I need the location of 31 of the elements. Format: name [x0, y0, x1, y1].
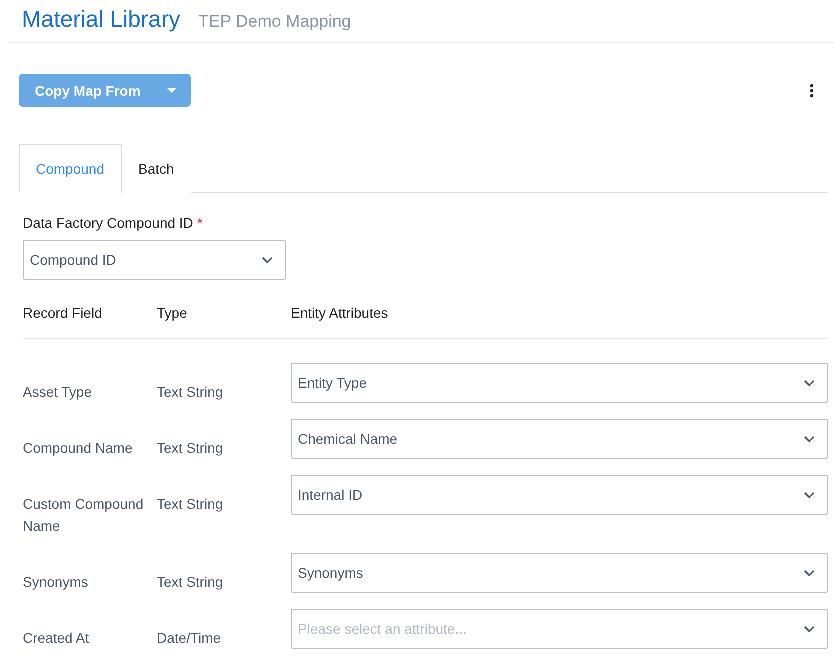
- chevron-down-icon: [804, 436, 815, 442]
- more-options-icon[interactable]: [810, 84, 814, 98]
- type-cell-text: Text String: [157, 383, 224, 402]
- type-cell-text: Text String: [157, 573, 224, 592]
- chevron-down-icon: [262, 256, 273, 264]
- column-header: Type: [157, 305, 188, 321]
- tab[interactable]: Compound: [19, 144, 122, 193]
- record-field-cell-text: Synonyms: [23, 573, 90, 592]
- caret-icon: [166, 88, 177, 93]
- record-field-cell-text: Created At: [23, 629, 90, 648]
- record-field-cell-text: Compound Name: [23, 439, 134, 458]
- chevron-down-icon: [804, 626, 815, 632]
- field-label: Data Factory Compound ID: [23, 215, 194, 231]
- record-field-cell-text: Asset Type: [23, 383, 94, 402]
- type-cell-text: Text String: [157, 495, 224, 514]
- column-header: Record Field: [23, 305, 104, 321]
- compound-id-select[interactable]: Compound ID: [23, 240, 286, 280]
- chevron-down-icon: [804, 570, 815, 576]
- column-header: Entity Attributes: [291, 305, 390, 321]
- type-cell-text: Date/Time: [157, 629, 222, 648]
- record-field-cell-text: Custom Compound Name: [23, 495, 145, 536]
- chevron-down-icon: [804, 492, 815, 498]
- attribute-select[interactable]: Synonyms: [291, 553, 828, 593]
- type-cell-text: Text String: [157, 439, 224, 458]
- page-subtitle: TEP Demo Mapping: [198, 12, 352, 32]
- required-mark: *: [197, 215, 203, 231]
- page-title: Material Library: [22, 6, 180, 33]
- attribute-select[interactable]: Entity Type: [291, 363, 828, 403]
- chevron-down-icon: [804, 380, 815, 386]
- attribute-select[interactable]: Internal ID: [291, 475, 828, 515]
- attribute-select[interactable]: Chemical Name: [291, 419, 828, 459]
